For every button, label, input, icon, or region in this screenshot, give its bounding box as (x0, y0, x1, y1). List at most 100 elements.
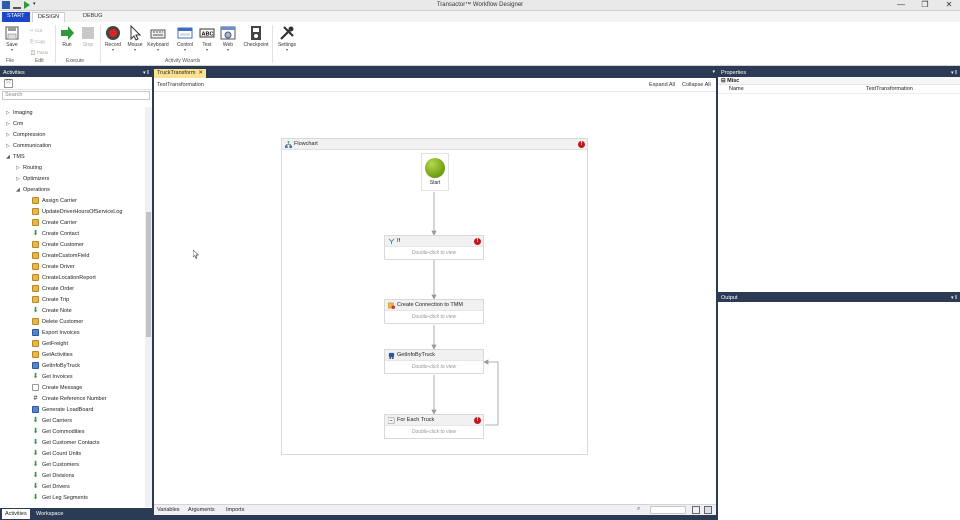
tab-design[interactable]: DESIGN (32, 12, 66, 22)
tree-item[interactable]: ▷ Routing (16, 162, 42, 173)
tree-item[interactable]: ⬇ Create Contact (32, 228, 79, 239)
web-button[interactable]: Web ▾ (217, 25, 239, 52)
tab-workspace[interactable]: Workspace (33, 509, 66, 519)
property-row-name[interactable]: Name TestTransformation (718, 85, 960, 94)
resize-grip-icon[interactable]: ⋰ (580, 447, 585, 453)
tab-start[interactable]: START (2, 12, 30, 22)
tab-activities[interactable]: Activities (2, 509, 30, 519)
tab-variables[interactable]: Variables (157, 507, 180, 513)
activity-create-connection[interactable]: Create Connection to TMM Double-click to… (384, 299, 484, 324)
record-button[interactable]: Record ▾ (102, 25, 124, 52)
fit-to-screen-icon[interactable] (692, 506, 700, 514)
expand-icon[interactable]: ▷ (6, 143, 13, 149)
error-icon[interactable]: ! (474, 238, 481, 245)
expand-icon[interactable]: ▷ (6, 132, 13, 138)
keyboard-button[interactable]: Keyboard ▾ (147, 25, 169, 52)
tree-item[interactable]: ⬇ Get Customer Contacts (32, 437, 100, 448)
breadcrumb[interactable]: TestTransformation (157, 82, 204, 88)
tree-item[interactable]: UpdateDriverHoursOfServiceLog (32, 206, 122, 217)
tree-item[interactable]: ⬇ Get Commodities (32, 426, 85, 437)
collapse-icon[interactable]: ◢ (16, 187, 23, 193)
tree-item[interactable]: Create Driver (32, 261, 75, 272)
tree-item[interactable]: Create Customer (32, 239, 84, 250)
activities-scrollbar[interactable] (145, 107, 152, 507)
expand-icon[interactable]: ▷ (16, 165, 23, 171)
tree-item[interactable]: GetInfoByTruck (32, 360, 80, 371)
tree-item[interactable]: ⬇ Get Invoices (32, 371, 73, 382)
tree-item[interactable]: Create Order (32, 283, 74, 294)
zoom-dropdown[interactable] (650, 506, 686, 514)
tab-debug[interactable]: DEBUG (78, 12, 108, 22)
tree-item[interactable]: Assign Carrier (32, 195, 77, 206)
text-button[interactable]: ABC Text ▾ (196, 25, 218, 52)
tree-item[interactable]: Create Message (32, 382, 82, 393)
save-button[interactable]: Save ▾ (1, 25, 23, 52)
pin-icon[interactable]: ▾ ‖ (951, 295, 957, 302)
tree-item[interactable]: ◢ TMS (6, 151, 25, 162)
tree-item[interactable]: Create Trip (32, 294, 69, 305)
collapse-tree-icon[interactable]: ⤧ (4, 79, 13, 88)
expand-icon[interactable]: ▷ (6, 110, 13, 116)
tree-item[interactable]: GetActivities (32, 349, 73, 360)
control-button[interactable]: Control ▾ (174, 25, 196, 52)
stop-button[interactable]: Stop (77, 25, 99, 48)
activities-search-input[interactable]: Search (2, 91, 150, 100)
collapse-icon[interactable]: ◢ (6, 154, 13, 160)
tab-trucktransform[interactable]: TruckTransform ✕ (154, 69, 207, 78)
tab-menu-icon[interactable]: ▾ (712, 69, 715, 75)
tree-item[interactable]: ⬇ Get Customers (32, 459, 79, 470)
tree-item[interactable]: ⬇ Get Drivers (32, 481, 70, 492)
maximize-button[interactable]: ❐ (920, 0, 930, 9)
activity-getinfobytruck[interactable]: GetInfoByTruck Double-click to view (384, 349, 484, 374)
tree-item[interactable]: ⬇ Get Leg Segments (32, 492, 88, 503)
error-icon[interactable]: ! (474, 417, 481, 424)
checkpoint-button[interactable]: Checkpoint (243, 25, 269, 48)
tree-item[interactable]: Create Carrier (32, 217, 77, 228)
property-name-value[interactable]: TestTransformation (866, 85, 913, 94)
tab-arguments[interactable]: Arguments (188, 507, 215, 513)
close-button[interactable]: ✕ (944, 0, 954, 9)
activity-if[interactable]: If ! Double-click to view (384, 235, 484, 260)
scrollbar-thumb[interactable] (146, 212, 151, 337)
collapse-all-link[interactable]: Collapse All (682, 82, 711, 88)
overview-map-icon[interactable] (704, 506, 712, 514)
settings-button[interactable]: Settings ▾ (276, 25, 298, 52)
minimize-button[interactable]: — (896, 0, 906, 9)
paste-button[interactable]: 📋 Paste (30, 50, 48, 56)
tree-item[interactable]: ⬇ Get Carriers (32, 415, 72, 426)
tree-item[interactable]: ▷ Optimizers (16, 173, 49, 184)
expand-icon[interactable]: ▷ (6, 121, 13, 127)
pin-icon[interactable]: ▾ ‖ (951, 70, 957, 77)
start-node[interactable]: Start (421, 153, 449, 191)
tree-item[interactable]: GetFreight (32, 338, 68, 349)
pin-icon[interactable]: ▾ ‖ (143, 70, 149, 77)
run-button[interactable]: Run (56, 25, 78, 48)
copy-button[interactable]: ⎘ Copy (30, 39, 45, 44)
activity-icon (32, 285, 39, 292)
expand-all-link[interactable]: Expand All (649, 82, 675, 88)
tree-item[interactable]: CreateLocationReport (32, 272, 96, 283)
tree-item[interactable]: ▷ Imaging (6, 107, 33, 118)
tree-item[interactable]: CreateCustomField (32, 250, 89, 261)
tree-item[interactable]: Delete Customer (32, 316, 83, 327)
tree-item[interactable]: Export Invoices (32, 327, 80, 338)
tree-item[interactable]: ⬇ Get Divisions (32, 470, 75, 481)
tab-imports[interactable]: Imports (226, 507, 244, 513)
flowchart-container[interactable]: Flowchart ! Start If ! Double-click to v… (281, 138, 588, 455)
property-group[interactable]: ⊟ Misc (718, 77, 960, 85)
activity-for-each-truck[interactable]: For Each Truck ! Double-click to view (384, 414, 484, 439)
workflow-designer[interactable]: TestTransformation Expand All Collapse A… (154, 78, 716, 504)
close-icon[interactable]: ✕ (198, 70, 203, 76)
tree-item[interactable]: ▷ Crm (6, 118, 23, 129)
tree-item[interactable]: # Create Reference Number (32, 393, 107, 404)
cut-button[interactable]: ✂ Cut (30, 28, 42, 34)
tree-item[interactable]: Generate LoadBoard (32, 404, 93, 415)
tree-item[interactable]: ▷ Compression (6, 129, 45, 140)
tree-item[interactable]: ⬇ Create Note (32, 305, 72, 316)
tree-item[interactable]: ⬇ Get Count Units (32, 448, 82, 459)
mouse-button[interactable]: Mouse ▾ (124, 25, 146, 52)
tree-item[interactable]: ▷ Communication (6, 140, 51, 151)
zoom-search-icon[interactable]: ⌕ (637, 506, 640, 513)
tree-item[interactable]: ◢ Operations (16, 184, 50, 195)
expand-icon[interactable]: ▷ (16, 176, 23, 182)
